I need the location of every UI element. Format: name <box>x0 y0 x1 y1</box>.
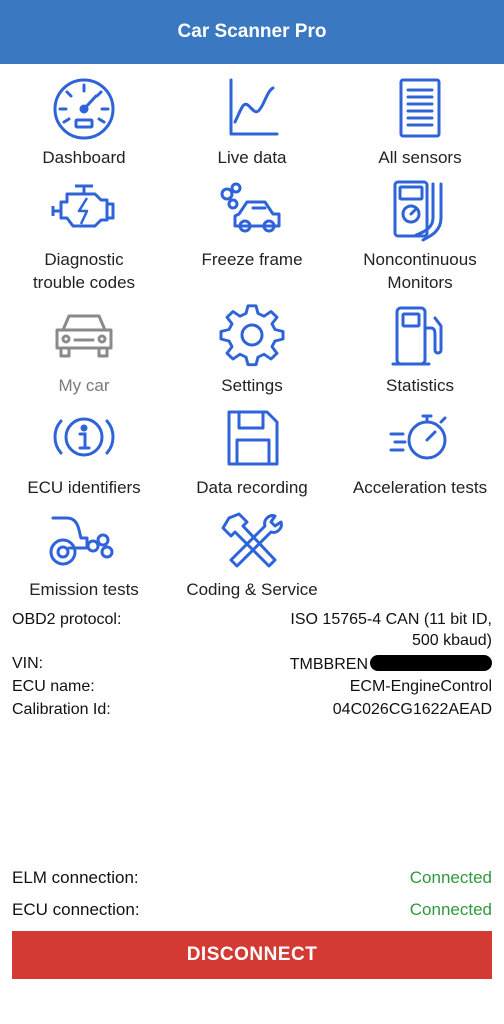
menu-label: Noncontinuous Monitors <box>363 250 477 292</box>
stopwatch-icon <box>389 414 447 460</box>
menu-item-my-car[interactable]: My car <box>0 304 168 397</box>
menu-label: Settings <box>221 376 283 395</box>
app-title: Car Scanner Pro <box>177 21 327 42</box>
menu-item-ecu-identifiers[interactable]: ECU identifiers <box>0 406 168 499</box>
menu-label: Coding & Service <box>186 580 318 599</box>
protocol-value-line-2: 500 kbaud) <box>411 632 492 649</box>
menu-label: Acceleration tests <box>352 478 488 497</box>
engine-warning-icon <box>51 184 115 228</box>
menu-item-data-recording[interactable]: Data recording <box>168 406 336 499</box>
top-bar: Car Scanner Pro <box>0 0 504 64</box>
elm-connection-row: ELM connection: Connected <box>12 868 492 888</box>
disconnect-button[interactable]: DISCONNECT <box>12 931 492 979</box>
vin-value-wrap: TMBBREN <box>290 655 492 674</box>
vin-label: VIN: <box>12 655 44 672</box>
menu-label: Live data <box>217 148 287 167</box>
redaction-bar <box>370 655 492 671</box>
menu-item-emission-tests[interactable]: Emission tests <box>0 508 168 601</box>
elm-connection-label: ELM connection: <box>12 868 139 887</box>
menu-item-all-sensors[interactable]: All sensors <box>336 76 504 169</box>
menu-label: Emission tests <box>29 580 139 599</box>
menu-label: Freeze frame <box>201 250 303 269</box>
menu-item-coding-service[interactable]: Coding & Service <box>168 508 336 601</box>
ecu-name-label: ECU name: <box>12 678 95 695</box>
info-icon <box>53 417 115 457</box>
line-chart-icon <box>229 78 279 136</box>
protocol-value-line-1: ISO 15765-4 CAN (11 bit ID, <box>290 611 492 628</box>
menu-label: All sensors <box>378 148 462 167</box>
calibration-label: Calibration Id: <box>12 701 111 718</box>
calibration-value: 04C026CG1622AEAD <box>332 701 492 718</box>
menu-item-live-data[interactable]: Live data <box>168 76 336 169</box>
ecu-connection-row: ECU connection: Connected <box>12 900 492 920</box>
menu-item-diagnostic-trouble-codes[interactable]: Diagnostic trouble codes <box>0 178 168 294</box>
menu-label: Diagnostic trouble codes <box>32 250 136 292</box>
list-document-icon <box>399 78 441 138</box>
vin-value: TMBBREN <box>289 656 368 673</box>
tools-icon <box>221 512 283 568</box>
gear-icon <box>219 304 285 367</box>
fuel-pump-icon <box>391 306 443 366</box>
car-crash-icon <box>220 182 281 233</box>
multimeter-icon <box>393 180 443 242</box>
protocol-label: OBD2 protocol: <box>12 611 122 628</box>
elm-connection-status: Connected <box>409 868 492 887</box>
menu-item-settings[interactable]: Settings <box>168 304 336 397</box>
floppy-disk-icon <box>227 410 279 466</box>
menu-label: Dashboard <box>42 148 126 167</box>
menu-item-acceleration-tests[interactable]: Acceleration tests <box>336 406 504 499</box>
car-icon <box>55 314 113 358</box>
ecu-connection-label: ECU connection: <box>12 900 140 919</box>
menu-label: Data recording <box>196 478 308 497</box>
menu-item-noncontinuous-monitors[interactable]: Noncontinuous Monitors <box>336 178 504 294</box>
menu-label: My car <box>58 376 110 395</box>
menu-item-freeze-frame[interactable]: Freeze frame <box>168 178 336 271</box>
ecu-name-value: ECM-EngineControl <box>349 678 492 695</box>
menu-label: ECU identifiers <box>27 478 141 497</box>
ecu-connection-status: Connected <box>409 900 492 919</box>
menu-label: Statistics <box>385 376 455 395</box>
menu-item-statistics[interactable]: Statistics <box>336 304 504 397</box>
exhaust-icon <box>49 516 114 566</box>
speedometer-icon <box>53 78 115 140</box>
menu-item-dashboard[interactable]: Dashboard <box>0 76 168 169</box>
